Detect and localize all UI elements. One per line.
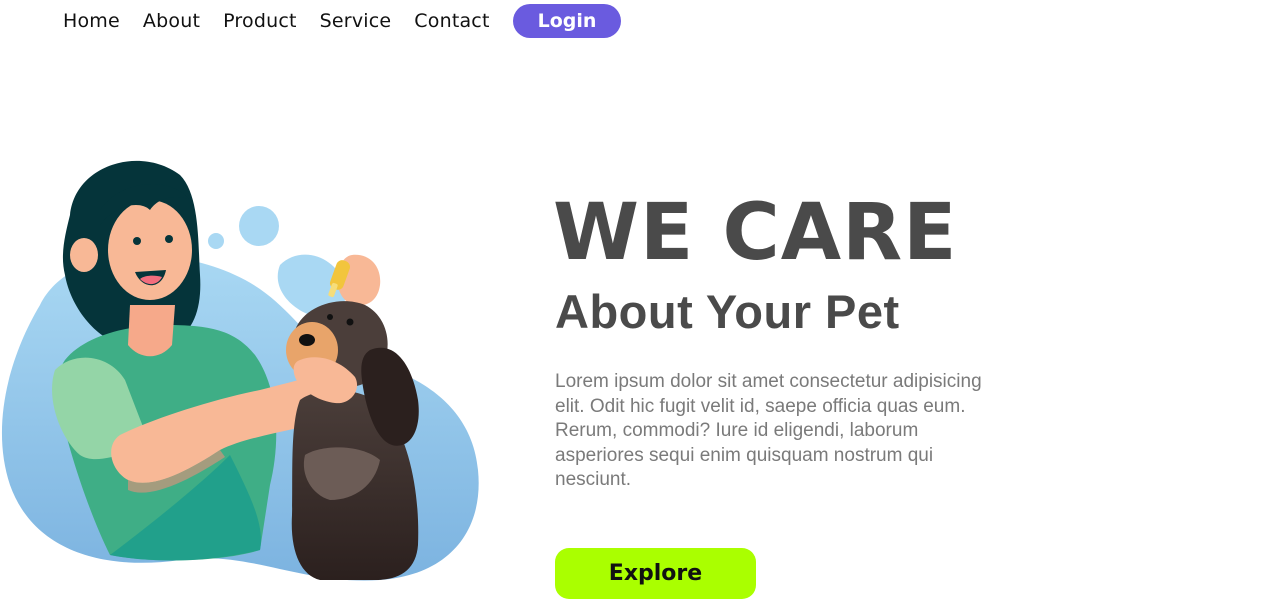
- main-nav: Home About Product Service Contact Login: [63, 4, 622, 38]
- woman-left-eye: [133, 237, 141, 245]
- woman-right-eye: [165, 235, 173, 243]
- woman-neck: [128, 305, 175, 357]
- nav-link-contact[interactable]: Contact: [414, 10, 489, 32]
- explore-button[interactable]: Explore: [555, 548, 756, 599]
- dog-eye-2: [327, 314, 333, 320]
- hero-title: WE CARE: [553, 188, 958, 278]
- dog-nose: [299, 334, 315, 346]
- nav-link-product[interactable]: Product: [223, 10, 297, 32]
- login-button[interactable]: Login: [512, 4, 622, 38]
- hero-illustration: [0, 155, 480, 585]
- nav-link-home[interactable]: Home: [63, 10, 120, 32]
- hero-subtitle: About Your Pet: [555, 285, 900, 338]
- dog-eye: [346, 318, 354, 326]
- nav-link-service[interactable]: Service: [320, 10, 392, 32]
- woman-ear: [70, 238, 98, 272]
- bubble-large: [239, 206, 279, 246]
- woman-with-dog-illustration: [1, 160, 479, 581]
- bubble-small: [208, 233, 224, 249]
- hero-description: Lorem ipsum dolor sit amet consectetur a…: [555, 371, 982, 490]
- nav-link-about[interactable]: About: [143, 10, 200, 32]
